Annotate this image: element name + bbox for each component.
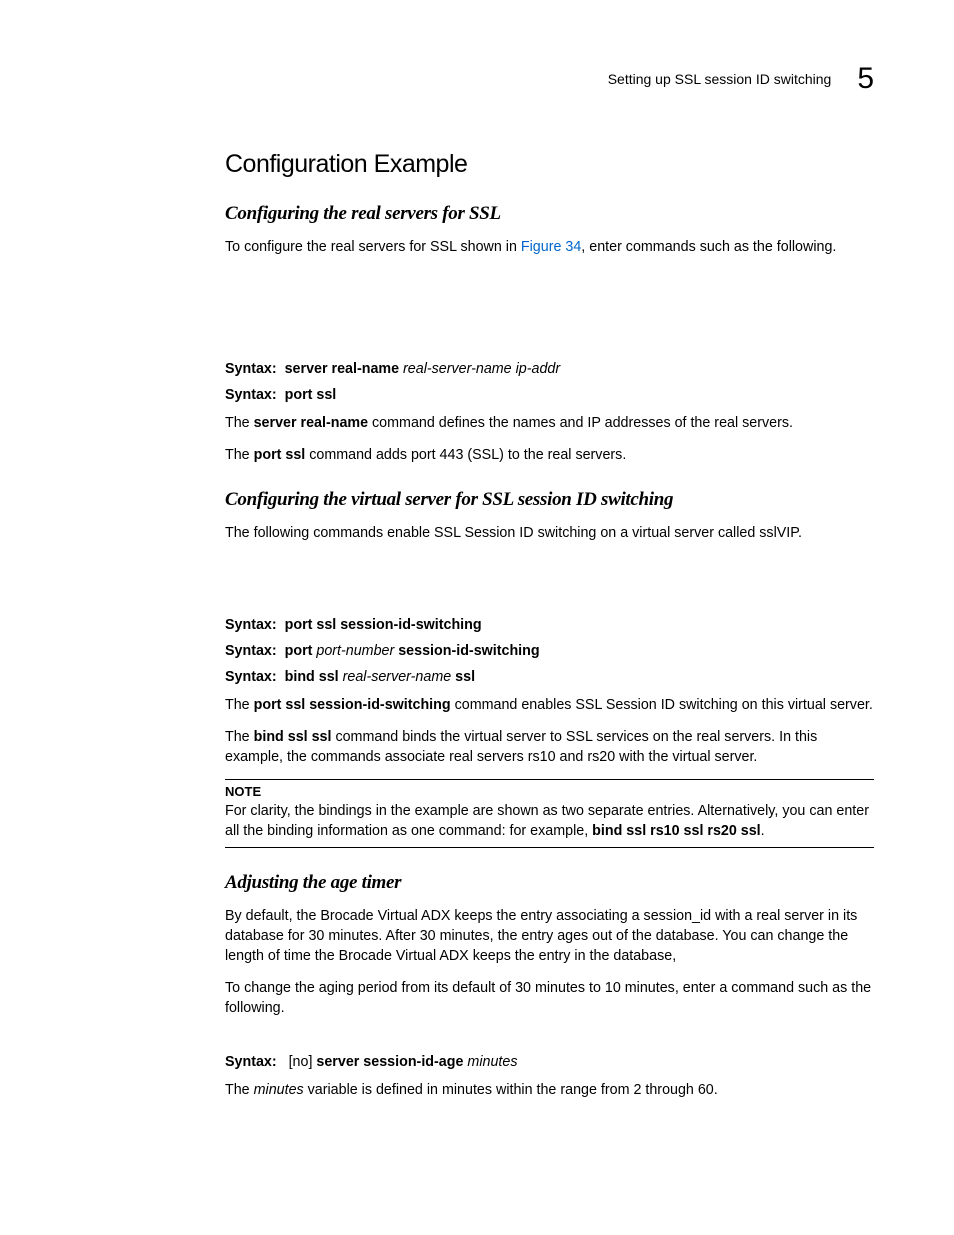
syntax-label: Syntax: bbox=[225, 643, 277, 659]
syntax-server-real-name: Syntax: server real-name real-server-nam… bbox=[225, 361, 874, 377]
syntax-port-number-switching: Syntax: port port-number session-id-swit… bbox=[225, 643, 874, 659]
syntax-command: port ssl bbox=[285, 387, 337, 403]
syntax-command: server session-id-age bbox=[316, 1054, 463, 1070]
syntax-label: Syntax: bbox=[225, 617, 277, 633]
syntax-label: Syntax: bbox=[225, 387, 277, 403]
section-heading-age-timer: Adjusting the age timer bbox=[225, 872, 874, 894]
text-pre: The bbox=[225, 729, 254, 745]
chapter-number: 5 bbox=[857, 62, 874, 96]
section-heading-virtual-server: Configuring the virtual server for SSL s… bbox=[225, 489, 874, 511]
syntax-command: server real-name bbox=[285, 361, 399, 377]
section2-sentence1: The port ssl session-id-switching comman… bbox=[225, 695, 874, 715]
syntax-label: Syntax: bbox=[225, 1054, 277, 1070]
text-post: variable is defined in minutes within th… bbox=[304, 1082, 718, 1098]
spacer bbox=[225, 1030, 874, 1048]
syntax-cmd-pre: port bbox=[285, 643, 317, 659]
text-post: command enables SSL Session ID switching… bbox=[451, 697, 873, 713]
syntax-session-id-age: Syntax: [no] server session-id-age minut… bbox=[225, 1054, 874, 1070]
syntax-cmd-pre: bind ssl bbox=[285, 669, 343, 685]
section-heading-ssl-real: Configuring the real servers for SSL bbox=[225, 203, 874, 225]
text-pre: The bbox=[225, 1082, 254, 1098]
note-bold: bind ssl rs10 ssl rs20 ssl bbox=[592, 823, 761, 839]
text-bold: port ssl bbox=[254, 447, 306, 463]
section1-intro: To configure the real servers for SSL sh… bbox=[225, 237, 874, 257]
note-pre: For clarity, the bindings in the example… bbox=[225, 803, 869, 839]
text-post: command defines the names and IP address… bbox=[368, 415, 793, 431]
spacer bbox=[225, 269, 874, 355]
section3-para2: To change the aging period from its defa… bbox=[225, 978, 874, 1018]
syntax-no: [no] bbox=[289, 1054, 317, 1070]
syntax-args: real-server-name ip-addr bbox=[403, 361, 560, 377]
spacer bbox=[225, 555, 874, 611]
text-bold: port ssl session-id-switching bbox=[254, 697, 451, 713]
section2-intro: The following commands enable SSL Sessio… bbox=[225, 523, 874, 543]
note-block: NOTE For clarity, the bindings in the ex… bbox=[225, 779, 874, 848]
syntax-port-ssl-switching: Syntax: port ssl session-id-switching bbox=[225, 617, 874, 633]
text-post: command adds port 443 (SSL) to the real … bbox=[305, 447, 626, 463]
section1-sentence2: The port ssl command adds port 443 (SSL)… bbox=[225, 445, 874, 465]
text-pre: The bbox=[225, 447, 254, 463]
note-text: For clarity, the bindings in the example… bbox=[225, 801, 874, 841]
syntax-cmd-post: ssl bbox=[451, 669, 475, 685]
syntax-port-ssl: Syntax: port ssl bbox=[225, 387, 874, 403]
page-title: Configuration Example bbox=[225, 150, 874, 179]
section3-closing: The minutes variable is defined in minut… bbox=[225, 1080, 874, 1100]
text-ital: minutes bbox=[254, 1082, 304, 1098]
syntax-label: Syntax: bbox=[225, 361, 277, 377]
intro-suffix: , enter commands such as the following. bbox=[581, 239, 836, 255]
note-label: NOTE bbox=[225, 784, 874, 799]
page-header: Setting up SSL session ID switching 5 bbox=[225, 62, 874, 96]
syntax-arg: minutes bbox=[467, 1054, 517, 1070]
syntax-arg: real-server-name bbox=[343, 669, 452, 685]
figure-link[interactable]: Figure 34 bbox=[521, 239, 581, 255]
syntax-cmd-post: session-id-switching bbox=[394, 643, 539, 659]
section1-sentence1: The server real-name command defines the… bbox=[225, 413, 874, 433]
header-text: Setting up SSL session ID switching bbox=[608, 71, 832, 87]
note-post: . bbox=[761, 823, 765, 839]
section3-para1: By default, the Brocade Virtual ADX keep… bbox=[225, 906, 874, 966]
text-pre: The bbox=[225, 415, 254, 431]
syntax-arg: port-number bbox=[316, 643, 394, 659]
section2-sentence2: The bind ssl ssl command binds the virtu… bbox=[225, 727, 874, 767]
text-pre: The bbox=[225, 697, 254, 713]
text-bold: bind ssl ssl bbox=[254, 729, 332, 745]
syntax-command: port ssl session-id-switching bbox=[285, 617, 482, 633]
syntax-bind-ssl: Syntax: bind ssl real-server-name ssl bbox=[225, 669, 874, 685]
page-content: Setting up SSL session ID switching 5 Co… bbox=[0, 0, 954, 1152]
syntax-label: Syntax: bbox=[225, 669, 277, 685]
intro-prefix: To configure the real servers for SSL sh… bbox=[225, 239, 521, 255]
text-bold: server real-name bbox=[254, 415, 368, 431]
